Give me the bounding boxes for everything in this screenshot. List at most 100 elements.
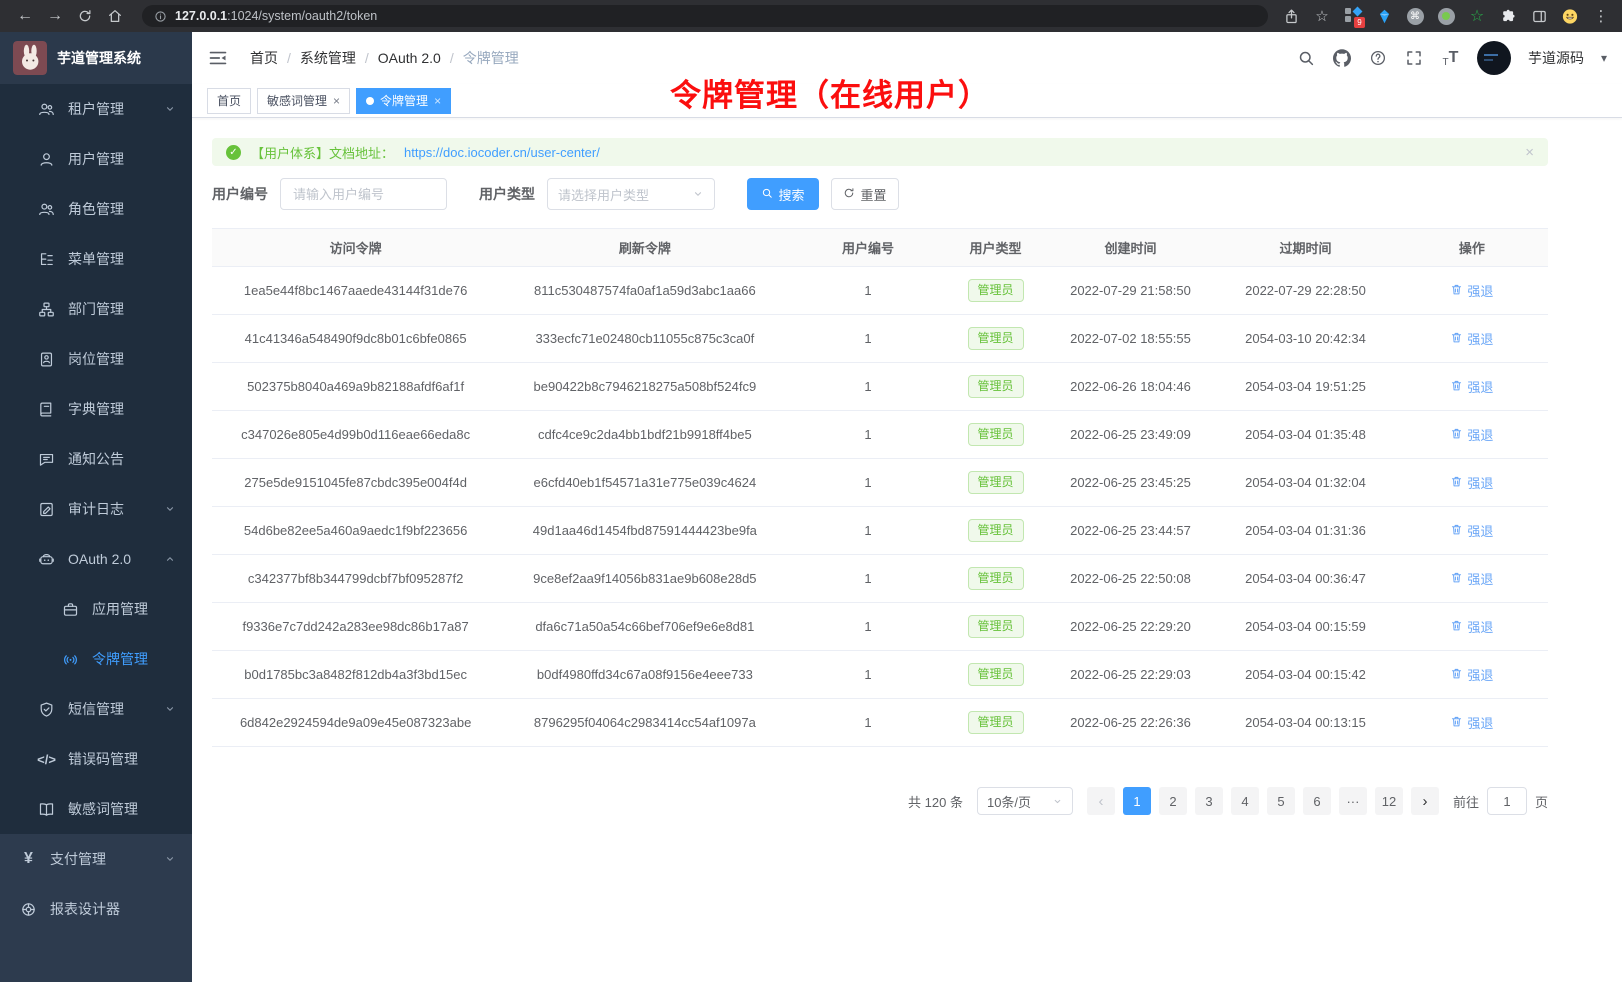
refresh-token-cell: be90422b8c7946218275a508bf524fc9 bbox=[499, 363, 790, 411]
help-icon[interactable] bbox=[1369, 49, 1388, 68]
tag-敏感词管理[interactable]: 敏感词管理 × bbox=[257, 88, 350, 114]
back-icon[interactable]: ← bbox=[12, 3, 38, 29]
users-icon bbox=[38, 101, 55, 118]
force-logout-button[interactable]: 强退 bbox=[1450, 329, 1493, 348]
expire-time-cell: 2054-03-04 00:15:42 bbox=[1215, 651, 1395, 699]
force-logout-button[interactable]: 强退 bbox=[1450, 281, 1493, 300]
share-icon[interactable] bbox=[1282, 7, 1300, 25]
side-panel-icon[interactable] bbox=[1530, 7, 1548, 25]
expire-time-cell: 2054-03-04 19:51:25 bbox=[1215, 363, 1395, 411]
home-icon[interactable] bbox=[102, 3, 128, 29]
sidebar-item-report[interactable]: 报表设计器 bbox=[0, 884, 192, 934]
prev-page-button[interactable]: ‹ bbox=[1087, 787, 1115, 815]
total-count: 共 120 条 bbox=[908, 792, 963, 811]
chevron-down-icon bbox=[164, 703, 176, 715]
breadcrumb-item[interactable]: OAuth 2.0 bbox=[378, 50, 441, 66]
site-info-icon[interactable] bbox=[154, 10, 167, 23]
sidebar-item-audit[interactable]: 审计日志 bbox=[0, 484, 192, 534]
command-extension-icon[interactable]: ⌘ bbox=[1406, 7, 1424, 25]
force-logout-button[interactable]: 强退 bbox=[1450, 665, 1493, 684]
page-button-3[interactable]: 3 bbox=[1195, 787, 1223, 815]
doc-link[interactable]: https://doc.iocoder.cn/user-center/ bbox=[404, 145, 600, 160]
sidebar-item-sensitive[interactable]: 敏感词管理 bbox=[0, 784, 192, 834]
force-logout-button[interactable]: 强退 bbox=[1450, 473, 1493, 492]
sidebar-item-label: 支付管理 bbox=[50, 849, 106, 869]
page-button-2[interactable]: 2 bbox=[1159, 787, 1187, 815]
force-logout-button[interactable]: 强退 bbox=[1450, 617, 1493, 636]
sidebar-item-label: 审计日志 bbox=[68, 499, 124, 519]
star-extension-icon[interactable]: ☆ bbox=[1468, 7, 1486, 25]
forward-icon[interactable]: → bbox=[42, 3, 68, 29]
fullscreen-icon[interactable] bbox=[1405, 49, 1424, 68]
reset-button[interactable]: 重置 bbox=[831, 178, 899, 210]
gem-extension-icon[interactable] bbox=[1375, 7, 1393, 25]
address-bar[interactable]: 127.0.0.1:1024/system/oauth2/token bbox=[142, 5, 1268, 27]
sidebar-item-oauth2-app[interactable]: 应用管理 bbox=[0, 584, 192, 634]
user-type-select[interactable]: 请选择用户类型 bbox=[547, 178, 715, 210]
sidebar-item-oauth2[interactable]: OAuth 2.0 bbox=[0, 534, 192, 584]
sidebar-item-pay[interactable]: ¥ 支付管理 bbox=[0, 834, 192, 884]
sidebar-item-post[interactable]: 岗位管理 bbox=[0, 334, 192, 384]
user-id-input[interactable] bbox=[280, 178, 447, 210]
sidebar-item-sms[interactable]: 短信管理 bbox=[0, 684, 192, 734]
page-size-select[interactable]: 10条/页 bbox=[977, 787, 1073, 815]
next-page-button[interactable]: › bbox=[1411, 787, 1439, 815]
bookmark-star-icon[interactable]: ☆ bbox=[1313, 7, 1331, 25]
chevron-down-icon[interactable]: ▾ bbox=[1601, 51, 1607, 65]
breadcrumb-item[interactable]: 系统管理 bbox=[300, 48, 356, 68]
trash-icon bbox=[1450, 379, 1463, 395]
page-button-5[interactable]: 5 bbox=[1267, 787, 1295, 815]
expire-time-cell: 2054-03-04 00:15:59 bbox=[1215, 603, 1395, 651]
chevron-down-icon bbox=[164, 103, 176, 115]
tag-令牌管理[interactable]: 令牌管理 × bbox=[356, 88, 451, 114]
page-button-4[interactable]: 4 bbox=[1231, 787, 1259, 815]
username[interactable]: 芋道源码 bbox=[1528, 48, 1584, 68]
force-logout-button[interactable]: 强退 bbox=[1450, 569, 1493, 588]
force-logout-button[interactable]: 强退 bbox=[1450, 521, 1493, 540]
refresh-token-cell: b0df4980ffd34c67a08f9156e4eee733 bbox=[499, 651, 790, 699]
page-button-12[interactable]: 12 bbox=[1375, 787, 1403, 815]
page-button-...[interactable]: ··· bbox=[1339, 787, 1367, 815]
force-logout-button[interactable]: 强退 bbox=[1450, 713, 1493, 732]
user-type-badge: 管理员 bbox=[968, 567, 1024, 591]
app-logo[interactable]: 芋道管理系统 bbox=[0, 32, 192, 84]
reload-icon[interactable] bbox=[72, 3, 98, 29]
browser-menu-icon[interactable]: ⋮ bbox=[1592, 7, 1610, 25]
user-type-badge: 管理员 bbox=[968, 423, 1024, 447]
user-type-label: 用户类型 bbox=[479, 184, 535, 204]
column-header: 刷新令牌 bbox=[499, 229, 790, 267]
sidebar-item-tenant[interactable]: 租户管理 bbox=[0, 84, 192, 134]
alert-close-icon[interactable]: × bbox=[1525, 144, 1534, 161]
column-header: 过期时间 bbox=[1215, 229, 1395, 267]
sidebar-item-dict[interactable]: 字典管理 bbox=[0, 384, 192, 434]
sidebar-item-menu[interactable]: 菜单管理 bbox=[0, 234, 192, 284]
page-button-1[interactable]: 1 bbox=[1123, 787, 1151, 815]
recorder-extension-icon[interactable] bbox=[1437, 7, 1455, 25]
tag-close-icon[interactable]: × bbox=[434, 94, 441, 108]
breadcrumb-item[interactable]: 首页 bbox=[250, 48, 278, 68]
sidebar-item-oauth2-token[interactable]: 令牌管理 bbox=[0, 634, 192, 684]
sidebar-item-user[interactable]: 用户管理 bbox=[0, 134, 192, 184]
force-logout-button[interactable]: 强退 bbox=[1450, 377, 1493, 396]
expire-time-cell: 2054-03-10 20:42:34 bbox=[1215, 315, 1395, 363]
tag-close-icon[interactable]: × bbox=[333, 94, 340, 108]
extension-grid-icon[interactable]: 9 bbox=[1344, 7, 1362, 25]
user-avatar[interactable] bbox=[1477, 41, 1511, 75]
profile-emoji-icon[interactable] bbox=[1561, 7, 1579, 25]
puzzle-extension-icon[interactable] bbox=[1499, 7, 1517, 25]
force-logout-button[interactable]: 强退 bbox=[1450, 425, 1493, 444]
sidebar-item-dept[interactable]: 部门管理 bbox=[0, 284, 192, 334]
page-button-6[interactable]: 6 bbox=[1303, 787, 1331, 815]
sidebar-item-errcode[interactable]: </> 错误码管理 bbox=[0, 734, 192, 784]
tag-首页[interactable]: 首页 bbox=[207, 88, 251, 114]
search-icon[interactable] bbox=[1297, 49, 1316, 68]
hamburger-icon[interactable] bbox=[208, 48, 228, 68]
action-cell: 强退 bbox=[1396, 651, 1548, 699]
font-size-icon[interactable]: TT bbox=[1441, 49, 1460, 68]
search-button[interactable]: 搜索 bbox=[747, 178, 819, 210]
sidebar-item-notice[interactable]: 通知公告 bbox=[0, 434, 192, 484]
annotation-text: 令牌管理（在线用户） bbox=[670, 70, 990, 115]
sidebar-item-role[interactable]: 角色管理 bbox=[0, 184, 192, 234]
github-icon[interactable] bbox=[1333, 49, 1352, 68]
goto-page-input[interactable] bbox=[1487, 787, 1527, 815]
